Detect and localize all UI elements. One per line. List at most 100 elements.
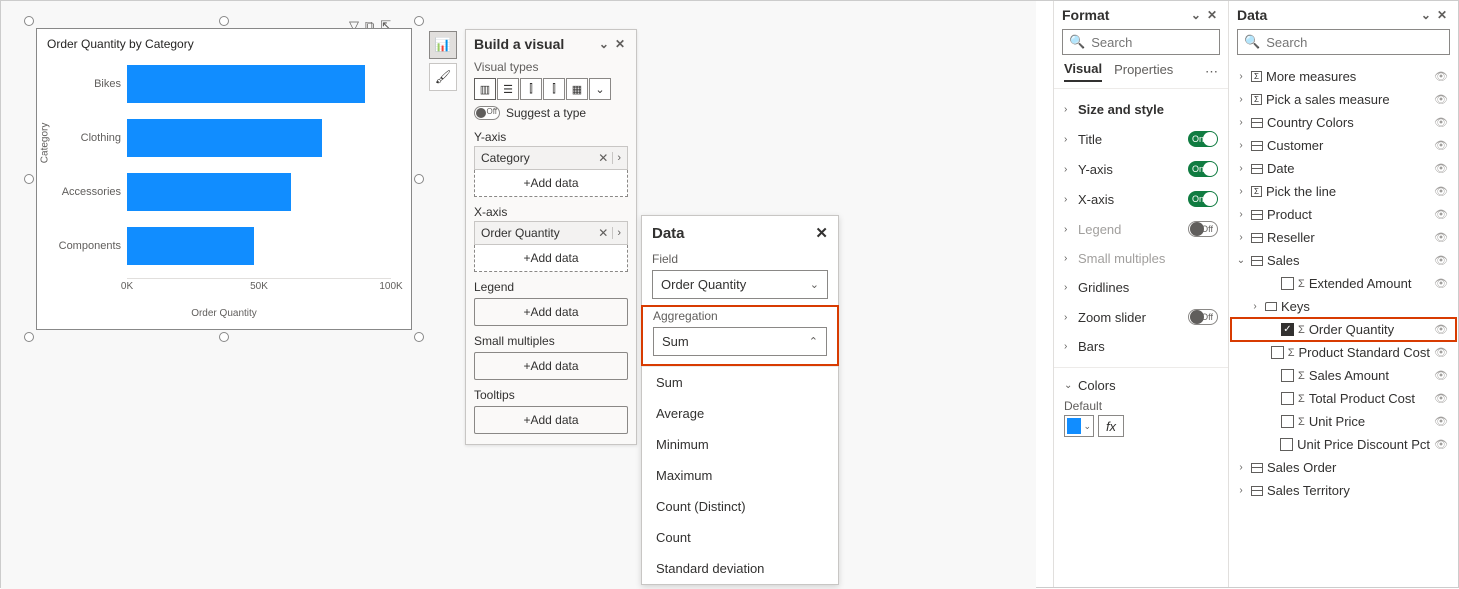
checkbox[interactable] (1281, 415, 1294, 428)
format-row[interactable]: ›X-axisOn (1058, 184, 1224, 214)
hide-icon[interactable]: 👁 (1434, 139, 1452, 152)
format-row[interactable]: ›Y-axisOn (1058, 154, 1224, 184)
toggle[interactable]: On (1188, 131, 1218, 147)
table-node[interactable]: ›Country Colors👁 (1231, 111, 1456, 134)
chevron-down-icon[interactable]: ⌄ (1418, 8, 1434, 22)
table-node[interactable]: ›ΣMore measures👁 (1231, 65, 1456, 88)
format-row[interactable]: ›Zoom sliderOff (1058, 302, 1224, 332)
bar[interactable] (127, 173, 291, 211)
hide-icon[interactable]: 👁 (1434, 70, 1452, 83)
format-visual-button[interactable]: 🖌 (429, 63, 457, 91)
fx-button[interactable]: fx (1098, 415, 1124, 437)
bar[interactable] (127, 65, 365, 103)
toggle[interactable]: On (1188, 191, 1218, 207)
aggregation-select[interactable]: Sum⌃ (653, 327, 827, 356)
table-node[interactable]: ›ΣPick a sales measure👁 (1231, 88, 1456, 111)
hide-icon[interactable]: 👁 (1434, 185, 1452, 198)
hide-icon[interactable]: 👁 (1434, 392, 1452, 405)
toggle[interactable]: On (1188, 161, 1218, 177)
table-node[interactable]: ›Sales Territory (1231, 479, 1456, 502)
checkbox[interactable] (1271, 346, 1284, 359)
add-data-xaxis[interactable]: +Add data (475, 244, 627, 271)
hide-icon[interactable]: 👁 (1434, 415, 1452, 428)
search-input[interactable] (1266, 35, 1443, 50)
visual-type-stacked-bar[interactable]: ▥ (474, 78, 496, 100)
chevron-down-icon[interactable]: ⌄ (1188, 8, 1204, 22)
aggregation-option[interactable]: Standard deviation (642, 553, 838, 584)
add-data-tooltips[interactable]: +Add data (474, 406, 628, 434)
bar[interactable] (127, 227, 254, 265)
field-select[interactable]: Order Quantity⌄ (652, 270, 828, 299)
aggregation-option[interactable]: Minimum (642, 429, 838, 460)
close-icon[interactable]: ✕ (1204, 8, 1220, 22)
aggregation-option[interactable]: Count (642, 522, 838, 553)
field-node[interactable]: ΣTotal Product Cost👁 (1231, 387, 1456, 410)
more-icon[interactable]: ⋯ (1205, 64, 1218, 80)
field-node[interactable]: ΣProduct Standard Cost👁 (1231, 341, 1456, 364)
hide-icon[interactable]: 👁 (1434, 231, 1452, 244)
colors-row[interactable]: ⌄Colors (1064, 374, 1218, 397)
build-visual-button[interactable]: 📊 (429, 31, 457, 59)
checkbox[interactable] (1281, 369, 1294, 382)
color-picker[interactable]: ⌄ (1064, 415, 1094, 437)
add-data-small[interactable]: +Add data (474, 352, 628, 380)
format-row[interactable]: ›Gridlines (1058, 273, 1224, 302)
format-row[interactable]: ›Bars (1058, 332, 1224, 361)
suggest-toggle[interactable]: Off (474, 106, 500, 120)
field-node[interactable]: ✓ΣOrder Quantity👁 (1231, 318, 1456, 341)
tab-visual[interactable]: Visual (1064, 61, 1102, 82)
checkbox[interactable] (1281, 392, 1294, 405)
checkbox[interactable]: ✓ (1281, 323, 1294, 336)
chevron-right-icon[interactable]: › (612, 227, 621, 239)
hide-icon[interactable]: 👁 (1434, 346, 1452, 359)
checkbox[interactable] (1280, 438, 1293, 451)
hide-icon[interactable]: 👁 (1434, 254, 1452, 267)
visual-type-column[interactable]: ⫿ (520, 78, 542, 100)
close-icon[interactable]: ✕ (815, 224, 828, 242)
bar-chart-visual[interactable]: Order Quantity by Category Category Bike… (36, 28, 412, 330)
add-data-legend[interactable]: +Add data (474, 298, 628, 326)
visual-type-clustered-bar[interactable]: ☰ (497, 78, 519, 100)
table-node[interactable]: ›ΣPick the line👁 (1231, 180, 1456, 203)
hide-icon[interactable]: 👁 (1434, 116, 1452, 129)
resize-handle[interactable] (219, 332, 229, 342)
toggle[interactable]: Off (1188, 309, 1218, 325)
visual-type-chevron[interactable]: ⌄ (589, 78, 611, 100)
remove-icon[interactable]: ✕ (594, 226, 612, 240)
chevron-right-icon[interactable]: › (612, 152, 621, 164)
visual-type-table[interactable]: ▦ (566, 78, 588, 100)
format-row[interactable]: ›Size and style (1058, 95, 1224, 124)
visual-container[interactable]: ▽ ⧉ ⇱ … Order Quantity by Category Categ… (29, 21, 419, 337)
table-node[interactable]: ›Product👁 (1231, 203, 1456, 226)
aggregation-option[interactable]: Maximum (642, 460, 838, 491)
yaxis-chip[interactable]: Category ✕ › (474, 146, 628, 170)
hide-icon[interactable]: 👁 (1434, 369, 1452, 382)
bar[interactable] (127, 119, 322, 157)
folder-node[interactable]: ›Keys (1231, 295, 1456, 318)
visual-type-column2[interactable]: ⫿ (543, 78, 565, 100)
field-node[interactable]: Unit Price Discount Pct👁 (1231, 433, 1456, 456)
chevron-down-icon[interactable]: ⌄ (596, 37, 612, 51)
aggregation-option[interactable]: Count (Distinct) (642, 491, 838, 522)
hide-icon[interactable]: 👁 (1434, 93, 1452, 106)
resize-handle[interactable] (219, 16, 229, 26)
report-canvas[interactable]: ▽ ⧉ ⇱ … Order Quantity by Category Categ… (1, 1, 1036, 589)
table-node-sales[interactable]: ⌄Sales👁 (1231, 249, 1456, 272)
resize-handle[interactable] (414, 16, 424, 26)
resize-handle[interactable] (414, 332, 424, 342)
tab-properties[interactable]: Properties (1114, 62, 1173, 81)
checkbox[interactable] (1281, 277, 1294, 290)
hide-icon[interactable]: 👁 (1434, 438, 1452, 451)
resize-handle[interactable] (414, 174, 424, 184)
data-search[interactable]: 🔍 (1237, 29, 1450, 55)
format-search[interactable]: 🔍 (1062, 29, 1220, 55)
format-row[interactable]: ›TitleOn (1058, 124, 1224, 154)
xaxis-chip[interactable]: Order Quantity ✕ › (474, 221, 628, 245)
resize-handle[interactable] (24, 16, 34, 26)
add-data-yaxis[interactable]: +Add data (475, 169, 627, 196)
table-node[interactable]: ›Customer👁 (1231, 134, 1456, 157)
field-node[interactable]: ΣExtended Amount👁 (1231, 272, 1456, 295)
table-node[interactable]: ›Sales Order (1231, 456, 1456, 479)
aggregation-option[interactable]: Average (642, 398, 838, 429)
table-node[interactable]: ›Reseller👁 (1231, 226, 1456, 249)
